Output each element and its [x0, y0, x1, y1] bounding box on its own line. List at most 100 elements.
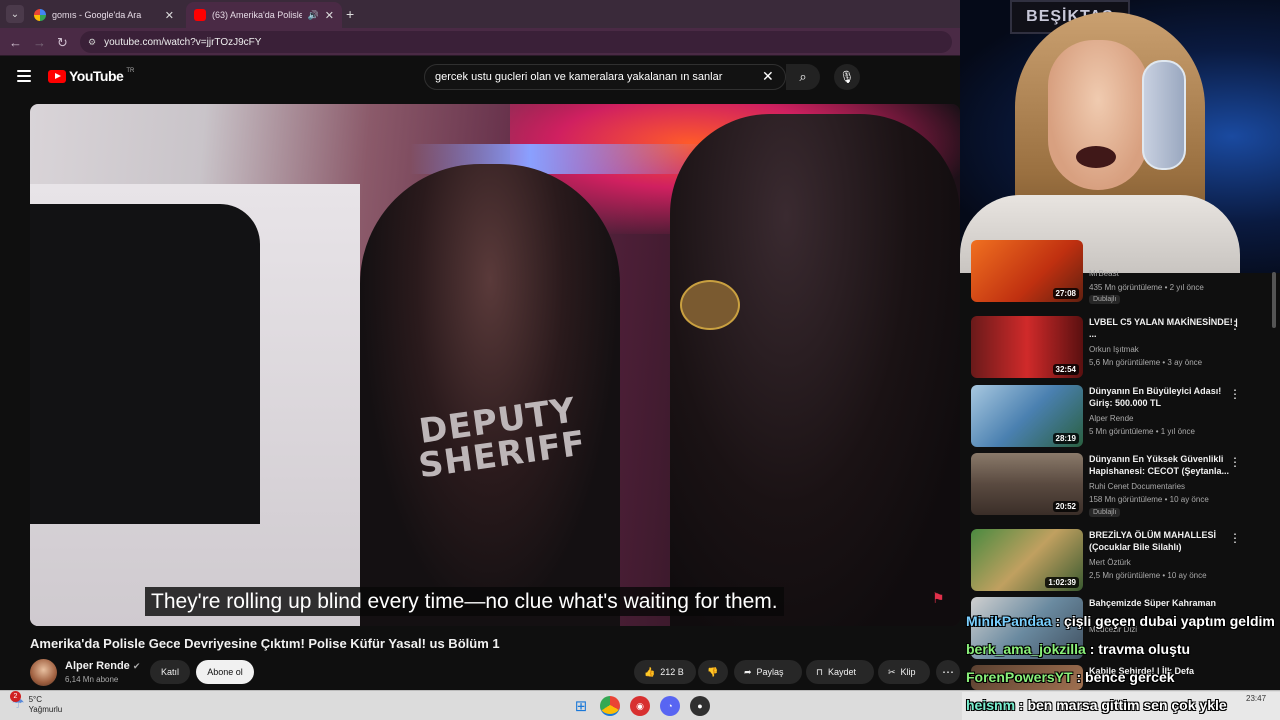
notification-badge: 2: [10, 691, 21, 702]
chat-username: heisnm: [966, 697, 1016, 713]
video-channel: MrBeast: [1089, 269, 1119, 278]
channel-watermark-icon[interactable]: ⚑: [932, 590, 945, 607]
search-button[interactable]: ⌕: [786, 64, 820, 90]
more-options-icon[interactable]: ⋮: [1229, 531, 1241, 545]
app-taskbar-icon[interactable]: ◉: [630, 696, 650, 716]
tab-youtube-video[interactable]: (63) Amerika'da Polisle Gece 🔊 ✕: [186, 2, 342, 28]
new-tab-icon[interactable]: +: [346, 6, 354, 22]
video-channel: Alper Rende: [1089, 414, 1134, 423]
clear-search-icon[interactable]: ✕: [762, 68, 774, 85]
like-button[interactable]: 👍 212 B: [634, 660, 696, 684]
video-thumbnail[interactable]: 27:08: [971, 240, 1083, 302]
youtube-logo[interactable]: YouTube TR: [48, 68, 134, 84]
video-channel: Mert Öztürk: [1089, 558, 1131, 567]
save-button[interactable]: ⊓ Kaydet: [806, 660, 874, 684]
video-thumbnail[interactable]: 1:02:39: [971, 529, 1083, 591]
thumbs-up-icon: 👍: [644, 666, 656, 677]
video-thumbnail[interactable]: 20:52: [971, 453, 1083, 515]
tab-close-icon[interactable]: ✕: [325, 9, 334, 22]
chat-message: berk_ama_jokzilla : travma oluştu: [966, 641, 1190, 657]
microphone-icon: 🎙: [839, 70, 855, 84]
subscribe-button[interactable]: Abone ol: [196, 660, 254, 684]
video-meta: 435 Mn görüntüleme • 2 yıl önce: [1089, 283, 1204, 292]
chat-username: MinikPandaa: [966, 613, 1052, 629]
video-meta: 5 Mn görüntüleme • 1 yıl önce: [1089, 427, 1195, 436]
url-field[interactable]: ⚙ youtube.com/watch?v=jjrTOzJ9cFY: [80, 31, 952, 53]
search-icon: ⌕: [799, 69, 807, 84]
streamer-mouth: [1076, 146, 1116, 168]
more-options-icon[interactable]: ⋮: [1229, 455, 1241, 469]
verified-icon: ✔: [132, 661, 141, 671]
video-channel: Ruhi Cenet Documentaries: [1089, 482, 1186, 491]
youtube-favicon-icon: [194, 9, 206, 21]
back-icon[interactable]: ←: [9, 35, 22, 50]
video-title[interactable]: LVBEL C5 YALAN MAKİNESİNDE! | ...: [1089, 316, 1239, 340]
chrome-taskbar-icon[interactable]: [600, 696, 620, 716]
chat-message: heisnm : ben marsa gittim sen çok ykle: [966, 697, 1227, 713]
clip-label: Klip: [900, 667, 916, 677]
obs-taskbar-icon[interactable]: ●: [690, 696, 710, 716]
share-button[interactable]: ➦ Paylaş: [734, 660, 802, 684]
url-text: youtube.com/watch?v=jjrTOzJ9cFY: [104, 36, 262, 48]
video-thumbnail[interactable]: 28:19: [971, 385, 1083, 447]
video-title[interactable]: BREZİLYA ÖLÜM MAHALLESİ (Çocuklar Bile S…: [1089, 529, 1239, 553]
video-duration: 32:54: [1052, 364, 1079, 375]
menu-icon[interactable]: [17, 70, 31, 82]
dislike-button[interactable]: 👎: [698, 660, 728, 684]
chat-message: MinikPandaa : çişli geçen dubai yaptım g…: [966, 613, 1275, 629]
screen: ⌄ gomıs - Google'da Ara ✕ (63) Amerika'd…: [0, 0, 1280, 720]
tab-search-button[interactable]: ⌄: [6, 5, 24, 23]
save-label: Kaydet: [828, 667, 857, 677]
join-button[interactable]: Katıl: [150, 660, 190, 684]
dubbed-badge: Dublajlı: [1089, 508, 1121, 517]
video-player[interactable]: DEPUTY SHERIFF: [30, 104, 960, 626]
google-favicon-icon: [34, 9, 46, 21]
video-meta: 2,5 Mn görüntüleme • 10 ay önce: [1089, 571, 1207, 580]
clip-button[interactable]: ✂ Klip: [878, 660, 930, 684]
forward-icon[interactable]: →: [33, 35, 46, 50]
list-item[interactable]: 20:52 Dünyanın En Yüksek Güvenlikli Hapi…: [971, 453, 1271, 519]
video-title[interactable]: Dünyanın En Yüksek Güvenlikli Hapishanes…: [1089, 453, 1239, 477]
channel-name-row[interactable]: Alper Rende ✔: [65, 660, 140, 672]
weather-widget[interactable]: ☂ 2 5°C Yağmurlu: [10, 691, 62, 715]
like-count: 212 B: [660, 667, 684, 677]
site-settings-icon[interactable]: ⚙: [88, 37, 96, 48]
windows-start-icon[interactable]: ⊞: [571, 696, 591, 716]
discord-taskbar-icon[interactable]: ◔: [660, 696, 680, 716]
audio-playing-icon[interactable]: 🔊: [308, 10, 319, 21]
thumbs-down-icon: 👎: [707, 666, 719, 677]
search-query: gercek ustu gucleri olan ve kameralara y…: [435, 71, 723, 83]
list-item[interactable]: 28:19 Dünyanın En Büyüleyici Adası! Giri…: [971, 385, 1271, 451]
channel-name: Alper Rende: [65, 660, 130, 672]
chat-text: : travma oluştu: [1089, 641, 1191, 657]
sidebar-scrollbar[interactable]: [1272, 272, 1276, 328]
tab-close-icon[interactable]: ✕: [165, 9, 174, 22]
more-options-icon[interactable]: ⋮: [1229, 318, 1241, 332]
list-item[interactable]: 1:02:39 BREZİLYA ÖLÜM MAHALLESİ (Çocukla…: [971, 529, 1271, 595]
bookmark-icon: ⊓: [816, 666, 824, 677]
video-title: Amerika'da Polisle Gece Devriyesine Çıkt…: [30, 636, 500, 651]
more-actions-icon[interactable]: ⋯: [936, 660, 960, 684]
tab-title: (63) Amerika'da Polisle Gece: [212, 10, 302, 20]
subscriber-count: 6,14 Mn abone: [65, 675, 119, 684]
headset: [1142, 60, 1186, 170]
video-title[interactable]: Dünyanın En Büyüleyici Adası! Giriş: 500…: [1089, 385, 1239, 409]
tab-google-search[interactable]: gomıs - Google'da Ara ✕: [26, 2, 182, 28]
video-title[interactable]: Bahçemizde Süper Kahraman: [1089, 597, 1239, 609]
clock: 23:47: [1246, 694, 1267, 703]
chat-message: ForenPowersYT : bence gercek: [966, 669, 1175, 685]
video-thumbnail[interactable]: 32:54: [971, 316, 1083, 378]
reload-icon[interactable]: ↻: [57, 35, 68, 51]
video-duration: 27:08: [1052, 288, 1079, 299]
chat-username: ForenPowersYT: [966, 669, 1073, 685]
voice-search-button[interactable]: 🎙: [834, 64, 860, 90]
video-duration: 1:02:39: [1045, 577, 1079, 588]
tab-title: gomıs - Google'da Ara: [52, 10, 142, 20]
search-input[interactable]: gercek ustu gucleri olan ve kameralara y…: [424, 64, 786, 90]
more-options-icon[interactable]: ⋮: [1229, 387, 1241, 401]
youtube-play-icon: [48, 69, 66, 83]
channel-avatar[interactable]: [30, 659, 57, 686]
video-meta: 5,6 Mn görüntüleme • 3 ay önce: [1089, 358, 1203, 367]
list-item[interactable]: 32:54 LVBEL C5 YALAN MAKİNESİNDE! | ... …: [971, 316, 1271, 382]
list-item[interactable]: 27:08 MrBeast 435 Mn görüntüleme • 2 yıl…: [971, 240, 1271, 306]
